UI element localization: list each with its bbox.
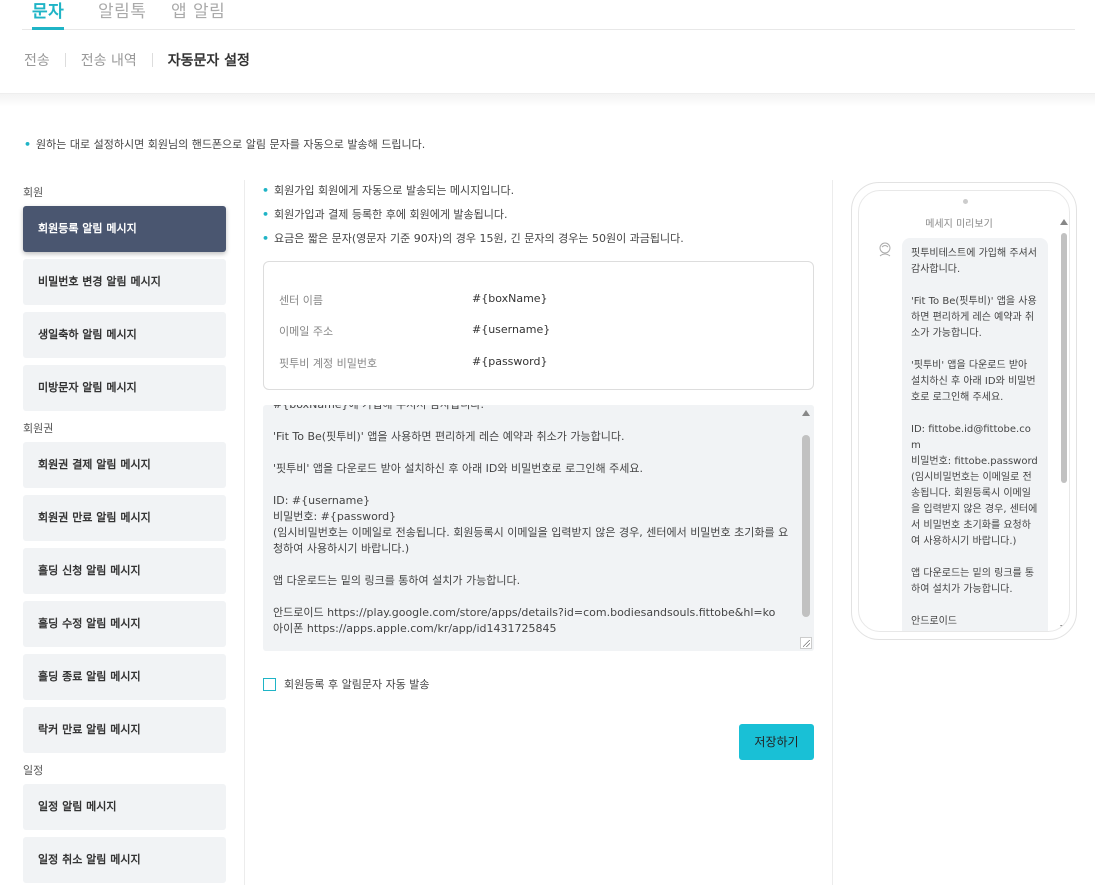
tab-sms[interactable]: 문자 (32, 0, 65, 30)
auto-send-label: 회원등록 후 알림문자 자동 발송 (284, 678, 430, 691)
variable-value[interactable]: #{boxName} (472, 292, 548, 305)
sidebar-item-member-register[interactable]: 회원등록 알림 메시지 (23, 206, 226, 252)
group-label-member: 회원 (23, 186, 44, 199)
header-divider (0, 93, 1095, 107)
sidebar-item-schedule[interactable]: 일정 알림 메시지 (23, 784, 226, 830)
group-label-membership: 회원권 (23, 422, 54, 435)
bullet-icon: • (262, 232, 270, 245)
message-bubble: 핏투비테스트에 가입해 주셔서 감사합니다. 'Fit To Be(핏투비)' … (902, 238, 1048, 631)
bullet-icon: • (262, 184, 270, 197)
message-textarea[interactable]: #{boxName}에 가입해 주셔서 감사합니다. 'Fit To Be(핏투… (263, 405, 814, 651)
page-notice: • 원하는 대로 설정하시면 회원님의 핸드폰으로 알림 문자를 자동으로 발송해… (24, 136, 425, 152)
sidebar-item-locker-expire[interactable]: 락커 만료 알림 메시지 (23, 707, 226, 753)
variable-key: 이메일 주소 (279, 325, 334, 338)
phone-screen: 메세지 미리보기 핏투비테스트에 가입해 주셔서 감사합니다. 'Fit To … (858, 190, 1070, 632)
top-tab-bar: 문자 알림톡 앱 알림 (22, 0, 1075, 30)
phone-preview: 메세지 미리보기 핏투비테스트에 가입해 주셔서 감사합니다. 'Fit To … (851, 182, 1077, 640)
variable-table: 센터 이름 #{boxName} 이메일 주소 #{username} 핏투비 … (263, 261, 814, 390)
sidebar-item-membership-expire[interactable]: 회원권 만료 알림 메시지 (23, 495, 226, 541)
sidebar-item-absent[interactable]: 미방문자 알림 메시지 (23, 365, 226, 411)
sidebar-item-holding-edit[interactable]: 홀딩 수정 알림 메시지 (23, 601, 226, 647)
bullet-icon: • (262, 208, 270, 221)
subtab-auto-settings[interactable]: 자동문자 설정 (168, 50, 250, 70)
variable-value[interactable]: #{password} (472, 355, 547, 368)
variable-value[interactable]: #{username} (472, 323, 550, 336)
avatar-icon (879, 242, 891, 257)
info-list: • 회원가입 회원에게 자동으로 발송되는 메시지입니다. • 회원가입과 결제 등… (262, 182, 684, 254)
preview-text: 핏투비테스트에 가입해 주셔서 감사합니다. 'Fit To Be(핏투비)' … (911, 248, 1038, 627)
scrollbar[interactable] (1059, 219, 1069, 631)
sidebar-item-birthday[interactable]: 생일축하 알림 메시지 (23, 312, 226, 358)
sidebar-item-holding-end[interactable]: 홀딩 종료 알림 메시지 (23, 654, 226, 700)
bullet-icon: • (24, 138, 32, 151)
scrollbar-thumb[interactable] (802, 435, 810, 617)
resize-handle-icon[interactable] (800, 637, 812, 649)
tab-app-alert[interactable]: 앱 알림 (171, 0, 225, 22)
group-label-schedule: 일정 (23, 764, 44, 777)
auto-send-option[interactable]: 회원등록 후 알림문자 자동 발송 (263, 676, 430, 692)
scroll-down-icon[interactable] (1060, 625, 1068, 631)
notice-text: 원하는 대로 설정하시면 회원님의 핸드폰으로 알림 문자를 자동으로 발송해 … (36, 138, 426, 151)
save-button[interactable]: 저장하기 (739, 724, 814, 760)
subtab-send[interactable]: 전송 (24, 50, 50, 70)
sub-tab-bar: 전송 전송 내역 자동문자 설정 (24, 50, 250, 70)
camera-icon (963, 199, 968, 204)
info-line: • 회원가입과 결제 등록한 후에 회원에게 발송됩니다. (262, 208, 508, 221)
subtab-history[interactable]: 전송 내역 (81, 50, 137, 70)
sidebar-item-holding-request[interactable]: 홀딩 신청 알림 메시지 (23, 548, 226, 594)
divider (244, 180, 245, 885)
divider (151, 53, 153, 67)
preview-title: 메세지 미리보기 (925, 219, 993, 230)
tab-alimtalk[interactable]: 알림톡 (98, 0, 146, 22)
variable-key: 센터 이름 (279, 294, 323, 307)
scrollbar-thumb[interactable] (1061, 233, 1067, 483)
sidebar-item-schedule-cancel[interactable]: 일정 취소 알림 메시지 (23, 837, 226, 883)
sidebar-item-membership-payment[interactable]: 회원권 결제 알림 메시지 (23, 442, 226, 488)
message-text[interactable]: #{boxName}에 가입해 주셔서 감사합니다. 'Fit To Be(핏투… (273, 405, 793, 637)
scrollbar[interactable] (798, 405, 814, 651)
info-line: • 회원가입 회원에게 자동으로 발송되는 메시지입니다. (262, 184, 515, 197)
divider (64, 53, 66, 67)
auto-send-checkbox[interactable] (263, 677, 276, 691)
divider (832, 180, 833, 885)
info-line: • 요금은 짧은 문자(영문자 기준 90자)의 경우 15원, 긴 문자의 경우… (262, 232, 684, 245)
sidebar-item-password-change[interactable]: 비밀번호 변경 알림 메시지 (23, 259, 226, 305)
scroll-up-icon[interactable] (802, 410, 810, 416)
scroll-up-icon[interactable] (1060, 219, 1068, 225)
variable-key: 핏투비 계정 비밀번호 (279, 357, 378, 370)
